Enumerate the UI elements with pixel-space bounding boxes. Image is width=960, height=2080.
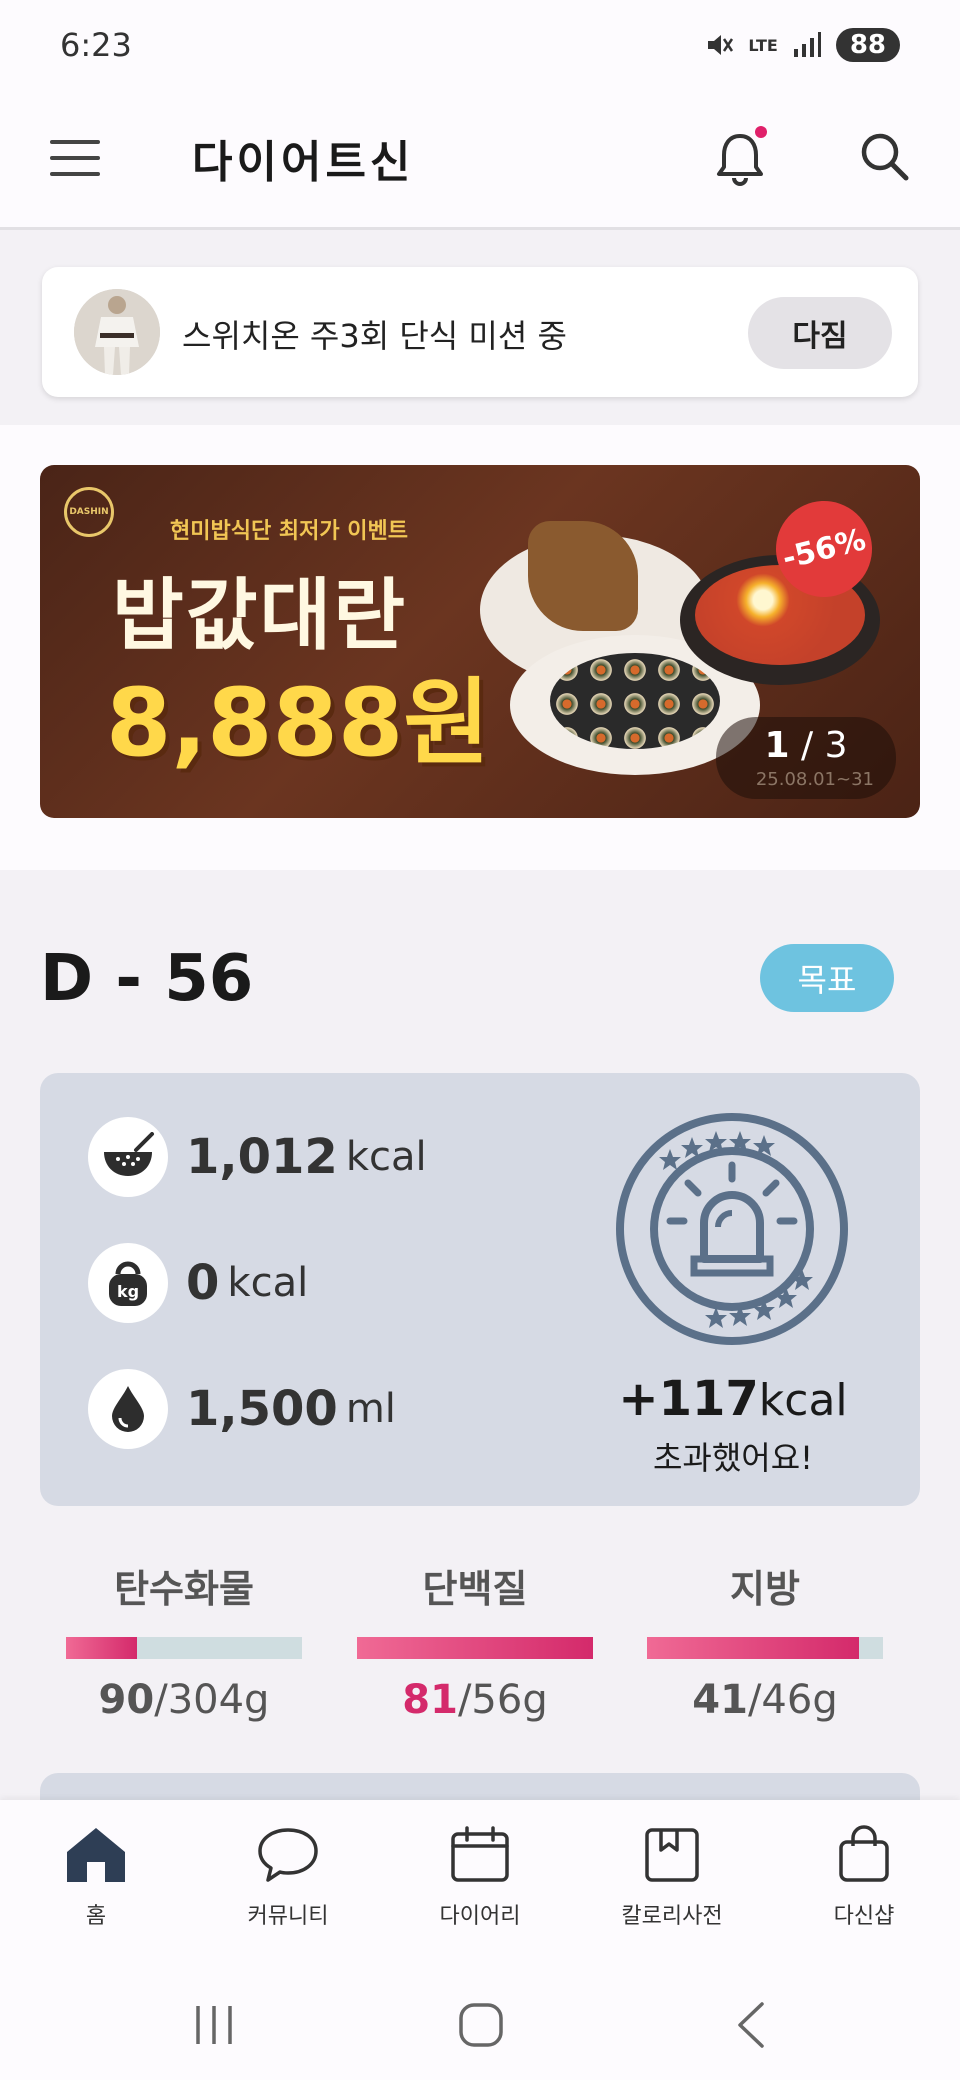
excess-unit: kcal — [758, 1375, 848, 1426]
system-nav-bar — [0, 1970, 960, 2080]
macro-amount: 41/46g — [647, 1677, 883, 1723]
food-bowl-icon — [88, 1117, 168, 1197]
nav-label: 다이어리 — [439, 1904, 521, 1929]
banner-date: 25.08.01~31 — [755, 769, 874, 790]
macro-label: 탄수화물 — [114, 1567, 254, 1611]
home-button-icon[interactable] — [458, 2000, 504, 2050]
mute-icon — [708, 35, 734, 55]
macro-protein: 단백질 81/56g — [357, 1558, 593, 1723]
commit-button[interactable]: 다짐 — [748, 297, 892, 369]
macro-progress-bar — [357, 1637, 593, 1659]
macro-progress-fill — [357, 1637, 593, 1659]
burned-unit: kcal — [227, 1260, 309, 1306]
status-time: 6:23 — [60, 26, 132, 64]
excess-label: 초과했어요! — [652, 1439, 814, 1477]
banner-subtitle: 현미밥식단 최저가 이벤트 — [170, 519, 408, 544]
network-label: LTE — [748, 35, 778, 55]
macro-current: 81 — [402, 1677, 458, 1723]
kettlebell-icon: kg — [88, 1243, 168, 1323]
banner-price: 8,888원 — [106, 669, 490, 778]
intake-row: 1,012 kcal — [88, 1117, 427, 1197]
mission-text: 스위치온 주3회 단식 미션 중 — [182, 317, 567, 355]
pager-separator: / — [789, 725, 825, 766]
pager-current: 1 — [764, 725, 790, 766]
dday-label: D - 56 — [40, 942, 254, 1016]
macro-carbs: 탄수화물 90/304g — [66, 1558, 302, 1723]
bottom-nav: 홈 커뮤니티 다이어리 칼로리사전 다신샵 — [0, 1800, 960, 1970]
notification-bell-icon[interactable] — [714, 124, 770, 192]
nav-label: 홈 — [85, 1904, 107, 1929]
status-icons: LTE 88 — [704, 28, 900, 62]
home-icon — [67, 1828, 125, 1882]
pager-text: 1 / 3 — [716, 725, 896, 766]
macro-amount: 81/56g — [357, 1677, 593, 1723]
battery-indicator: 88 — [835, 28, 900, 62]
nav-label: 커뮤니티 — [247, 1904, 329, 1929]
intake-value: 1,012 — [186, 1129, 338, 1185]
nav-label: 다신샵 — [833, 1904, 895, 1929]
macro-current: 90 — [98, 1677, 155, 1723]
search-icon[interactable] — [858, 128, 912, 188]
svg-text:kg: kg — [117, 1282, 139, 1301]
calendar-icon — [451, 1826, 509, 1882]
burned-row: kg 0 kcal — [88, 1243, 308, 1323]
banner-section: DASHIN 현미밥식단 최저가 이벤트 밥값대란 8,888원 -56% 1 … — [0, 425, 960, 870]
back-icon[interactable] — [732, 2000, 772, 2050]
avatar — [74, 289, 160, 375]
siren-stamp-icon — [616, 1113, 848, 1345]
excess-value: +117 — [618, 1371, 759, 1427]
menu-icon[interactable] — [48, 134, 102, 184]
app-header: 다이어트신 — [0, 92, 960, 230]
brand-logo: DASHIN — [64, 487, 114, 537]
intake-unit: kcal — [345, 1134, 427, 1180]
nav-diary[interactable]: 다이어리 — [390, 1824, 570, 1930]
nav-community[interactable]: 커뮤니티 — [198, 1824, 378, 1930]
macro-target: /304g — [154, 1677, 270, 1723]
macro-label: 지방 — [730, 1567, 800, 1611]
recent-apps-icon[interactable] — [192, 2000, 236, 2050]
macro-progress-bar — [647, 1637, 883, 1659]
macro-label: 단백질 — [422, 1567, 528, 1611]
macro-target: /46g — [747, 1677, 838, 1723]
macro-current: 41 — [692, 1677, 748, 1723]
macro-target: /56g — [457, 1677, 548, 1723]
banner-pager: 1 / 3 25.08.01~31 — [716, 717, 896, 799]
status-bar: 6:23 LTE 88 — [0, 0, 960, 92]
summary-card[interactable]: 1,012 kcal kg 0 kcal 1,500 ml +117kcal 초… — [40, 1073, 920, 1506]
nav-calorie-dictionary[interactable]: 칼로리사전 — [582, 1824, 762, 1930]
chat-icon — [258, 1828, 318, 1882]
nav-shop[interactable]: 다신샵 — [774, 1824, 954, 1930]
macro-progress-fill — [66, 1637, 137, 1659]
promo-banner[interactable]: DASHIN 현미밥식단 최저가 이벤트 밥값대란 8,888원 -56% 1 … — [40, 465, 920, 818]
dday-section: D - 56 목표 1,012 kcal kg 0 kcal 1,500 ml — [0, 870, 960, 1813]
burned-value: 0 — [186, 1255, 220, 1311]
signal-icon — [793, 32, 821, 57]
excess-summary: +117kcal 초과했어요! — [580, 1371, 886, 1479]
shopping-bag-icon — [839, 1825, 889, 1882]
macro-progress-bar — [66, 1637, 302, 1659]
nav-home[interactable]: 홈 — [6, 1824, 186, 1930]
nav-label: 칼로리사전 — [621, 1904, 723, 1929]
macro-amount: 90/304g — [66, 1677, 302, 1723]
app-title: 다이어트신 — [192, 137, 415, 188]
mission-card[interactable]: 스위치온 주3회 단식 미션 중 다짐 — [42, 267, 918, 397]
person-icon — [74, 289, 160, 375]
pager-total: 3 — [824, 725, 848, 766]
water-drop-icon — [88, 1369, 168, 1449]
kimbap — [550, 653, 720, 749]
book-icon — [645, 1828, 699, 1882]
goal-button[interactable]: 목표 — [760, 944, 894, 1012]
macro-fat: 지방 41/46g — [647, 1558, 883, 1723]
mission-section: 스위치온 주3회 단식 미션 중 다짐 — [0, 233, 960, 425]
macro-progress-fill — [647, 1637, 860, 1659]
water-unit: ml — [345, 1386, 396, 1432]
water-row: 1,500 ml — [88, 1369, 396, 1449]
water-value: 1,500 — [186, 1381, 338, 1437]
rice-ball — [528, 521, 638, 631]
